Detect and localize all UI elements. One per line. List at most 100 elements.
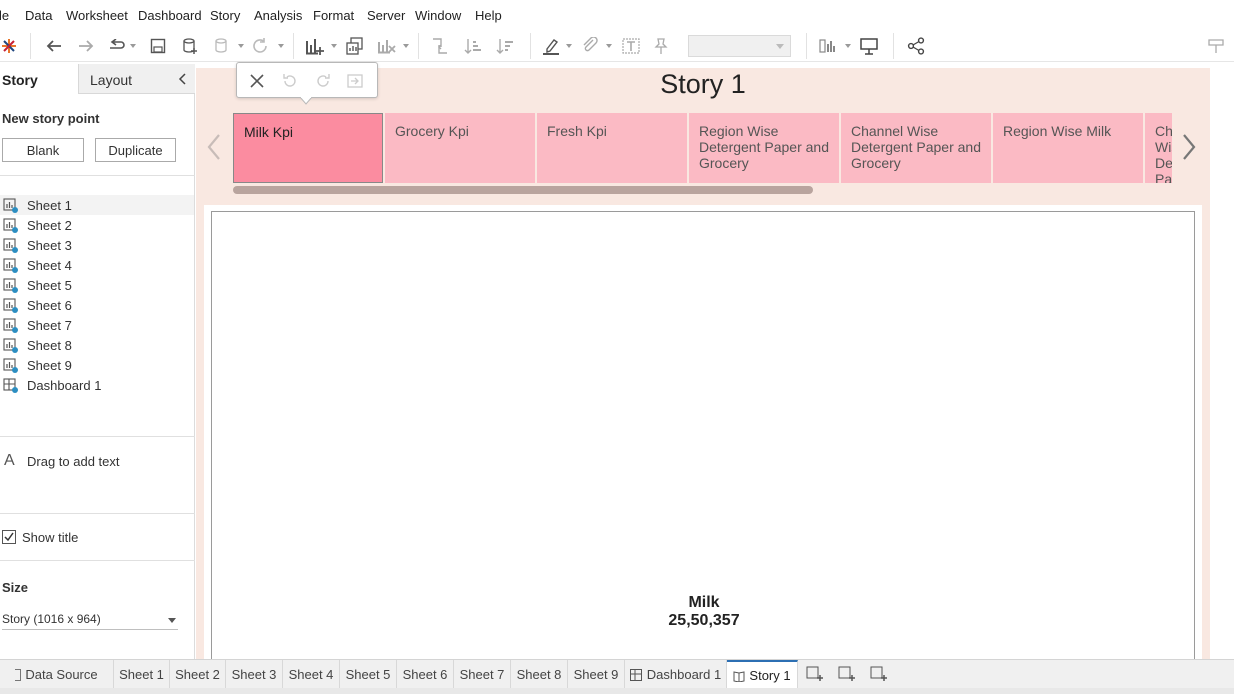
menu-data[interactable]: Data — [25, 8, 52, 23]
story-point[interactable]: Fresh Kpi — [537, 113, 687, 183]
sheet-list-item[interactable]: Sheet 3 — [0, 235, 194, 255]
collapse-pane-icon[interactable] — [176, 72, 190, 86]
sheet-tab[interactable]: Sheet 4 — [283, 660, 340, 689]
previous-story-point-icon[interactable] — [204, 132, 224, 162]
sheet-tab-label: Sheet 7 — [459, 667, 505, 682]
drag-to-add-text[interactable]: A Drag to add text — [0, 450, 194, 472]
new-worksheet-icon[interactable] — [304, 34, 326, 58]
new-dashboard-tab-icon[interactable] — [838, 666, 858, 684]
highlight-icon[interactable] — [541, 34, 561, 58]
size-select[interactable]: Story (1016 x 964) — [2, 610, 178, 630]
sheet-list-item[interactable]: Sheet 2 — [0, 215, 194, 235]
save-icon[interactable] — [148, 34, 168, 58]
show-title-checkbox[interactable] — [2, 530, 16, 544]
story-navigator-scrollbar[interactable] — [233, 186, 813, 194]
sheet-list-item[interactable]: Sheet 7 — [0, 315, 194, 335]
clear-sheet-icon[interactable] — [376, 34, 398, 58]
clear-dropdown-icon[interactable] — [403, 44, 409, 48]
sheet-tab[interactable]: Story 1 — [727, 660, 798, 689]
sheet-list-item[interactable]: Dashboard 1 — [0, 375, 194, 395]
tab-story[interactable]: Story — [0, 64, 78, 94]
sheet-tab[interactable]: Data Source — [0, 660, 114, 689]
undo-icon[interactable] — [44, 34, 64, 58]
sheet-list-item[interactable]: Sheet 6 — [0, 295, 194, 315]
story-pane: Story Layout New story point Blank Dupli… — [0, 64, 195, 659]
sheet-tab[interactable]: Sheet 3 — [226, 660, 283, 689]
sheet-tab[interactable]: Sheet 1 — [114, 660, 170, 689]
sheet-tab[interactable]: Sheet 8 — [511, 660, 568, 689]
redo-icon[interactable] — [76, 34, 96, 58]
sheet-list-item[interactable]: Sheet 8 — [0, 335, 194, 355]
new-worksheet-dropdown-icon[interactable] — [331, 44, 337, 48]
blank-button[interactable]: Blank — [2, 138, 84, 162]
sheet-view[interactable]: Milk 25,50,357 — [211, 211, 1195, 671]
sort-descending-icon[interactable] — [495, 34, 515, 58]
menu-dashboard[interactable]: Dashboard — [138, 8, 202, 23]
story-point-frame: Milk 25,50,357 — [204, 205, 1202, 671]
menu-format[interactable]: Format — [313, 8, 354, 23]
story-point[interactable]: Milk Kpi — [233, 113, 383, 183]
sheet-tab[interactable]: Dashboard 1 — [625, 660, 727, 689]
close-icon[interactable] — [247, 71, 267, 91]
show-mark-labels-icon[interactable] — [621, 34, 641, 58]
refresh-dropdown-icon[interactable] — [278, 44, 284, 48]
menu-help[interactable]: Help — [475, 8, 502, 23]
pause-dropdown-icon[interactable] — [238, 44, 244, 48]
sheet-list-item[interactable]: Sheet 9 — [0, 355, 194, 375]
group-members-icon[interactable] — [580, 34, 600, 58]
replay-dropdown-icon[interactable] — [130, 44, 136, 48]
new-data-source-icon[interactable] — [180, 34, 200, 58]
duplicate-button[interactable]: Duplicate — [95, 138, 176, 162]
group-dropdown-icon[interactable] — [606, 44, 612, 48]
menu-window[interactable]: Window — [415, 8, 461, 23]
story-point[interactable]: Grocery Kpi — [385, 113, 535, 183]
new-worksheet-tab-icon[interactable] — [806, 666, 826, 684]
new-story-tab-icon[interactable] — [870, 666, 890, 684]
next-story-point-icon[interactable] — [1179, 132, 1199, 162]
menu-file[interactable]: le — [0, 8, 9, 23]
update-icon[interactable] — [313, 71, 333, 91]
save-as-new-icon[interactable] — [345, 71, 365, 91]
sheet-tab[interactable]: Sheet 2 — [170, 660, 226, 689]
sheet-list-item[interactable]: Sheet 4 — [0, 255, 194, 275]
revert-icon[interactable] — [280, 71, 300, 91]
data-source-icon — [15, 668, 22, 681]
sort-ascending-icon[interactable] — [463, 34, 483, 58]
pause-updates-icon[interactable] — [212, 34, 232, 58]
sheet-tab[interactable]: Sheet 5 — [340, 660, 397, 689]
menu-server[interactable]: Server — [367, 8, 405, 23]
story-point[interactable]: Region Wise Detergent Paper and Grocery — [689, 113, 839, 183]
menu-analysis[interactable]: Analysis — [254, 8, 302, 23]
menu-worksheet[interactable]: Worksheet — [66, 8, 128, 23]
replay-icon[interactable] — [106, 34, 128, 58]
show-me-icon[interactable] — [1206, 34, 1230, 58]
swap-rows-columns-icon[interactable] — [430, 34, 450, 58]
sheet-tab-label: Story 1 — [749, 668, 791, 683]
story-point[interactable]: Channel Wise Detergent Paper and Grocery — [841, 113, 991, 183]
fix-axes-icon[interactable] — [651, 34, 671, 58]
fit-select[interactable] — [688, 34, 791, 58]
sheet-tab-label: Sheet 3 — [231, 667, 277, 682]
refresh-icon[interactable] — [250, 34, 270, 58]
duplicate-sheet-icon[interactable] — [345, 34, 365, 58]
tableau-logo-icon[interactable] — [0, 34, 18, 58]
sheet-list-item[interactable]: Sheet 5 — [0, 275, 194, 295]
show-cards-icon[interactable] — [818, 34, 840, 58]
sheet-tab-label: Sheet 1 — [119, 667, 164, 682]
story-point[interactable]: Channel Wise Detergent Paper and Fro — [1145, 113, 1172, 183]
share-icon[interactable] — [906, 34, 926, 58]
sheet-tab[interactable]: Sheet 6 — [397, 660, 454, 689]
pane-tabs: Story Layout — [0, 64, 195, 94]
size-value: Story (1016 x 964) — [2, 612, 101, 626]
story-point[interactable]: Region Wise Milk — [993, 113, 1143, 183]
menu-story[interactable]: Story — [210, 8, 240, 23]
sheet-list-item[interactable]: Sheet 1 — [0, 195, 194, 215]
show-cards-dropdown-icon[interactable] — [845, 44, 851, 48]
highlight-dropdown-icon[interactable] — [566, 44, 572, 48]
presentation-mode-icon[interactable] — [859, 34, 879, 58]
sheet-list-item-label: Sheet 2 — [27, 217, 72, 233]
dashboard-icon — [629, 668, 642, 681]
sheet-tab[interactable]: Sheet 7 — [454, 660, 511, 689]
story-point-caption: Milk Kpi — [244, 124, 294, 140]
sheet-tab[interactable]: Sheet 9 — [568, 660, 625, 689]
